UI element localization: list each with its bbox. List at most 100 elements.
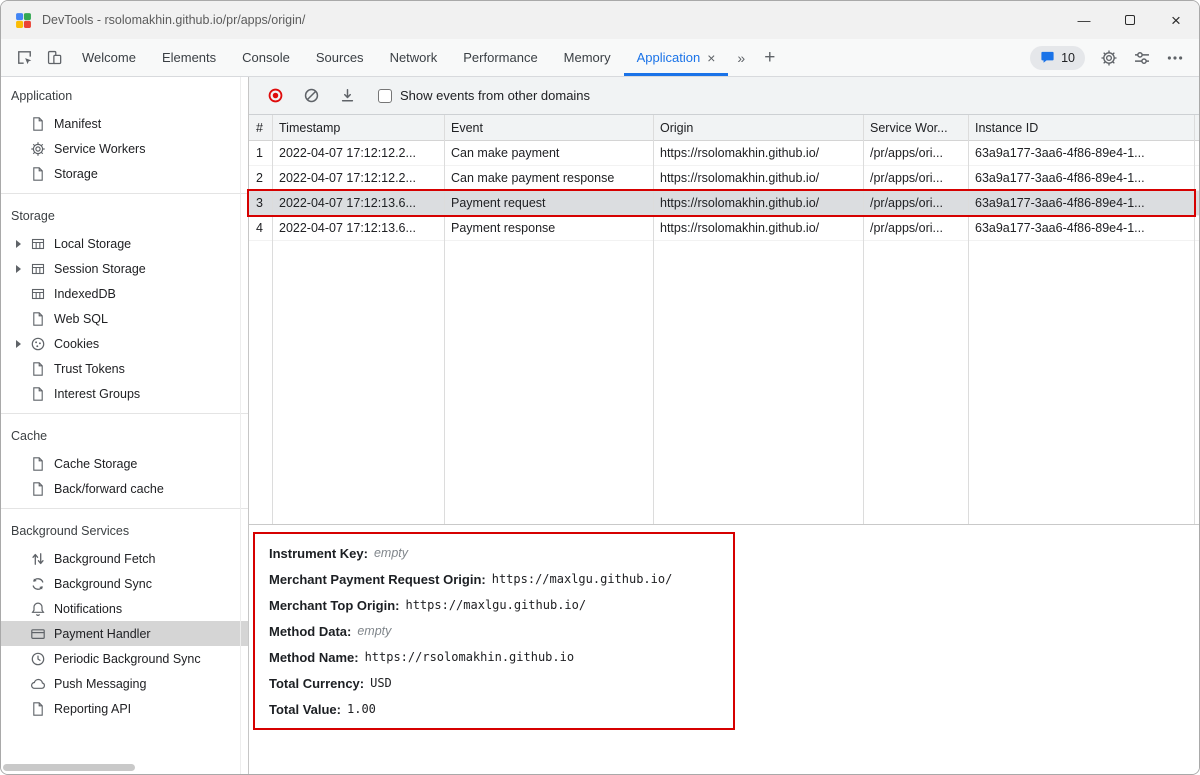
cell-origin: https://rsolomakhin.github.io/ bbox=[653, 146, 863, 160]
add-panel-button[interactable]: + bbox=[754, 39, 785, 76]
column-header-instance-id[interactable]: Instance ID bbox=[968, 121, 1194, 135]
sidebar-item-manifest[interactable]: Manifest bbox=[1, 111, 248, 136]
file-icon bbox=[30, 386, 46, 402]
detail-line: Merchant Top Origin: https://maxlgu.gith… bbox=[269, 592, 1199, 618]
close-tab-icon[interactable]: × bbox=[707, 50, 715, 66]
feedback-bubble-icon bbox=[1040, 50, 1055, 65]
sidebar-item-label: Service Workers bbox=[54, 142, 145, 156]
sidebar-item-background-sync[interactable]: Background Sync bbox=[1, 571, 248, 596]
manifest-file-icon bbox=[30, 116, 46, 132]
sidebar-item-label: Manifest bbox=[54, 117, 101, 131]
tab-console[interactable]: Console bbox=[229, 39, 303, 76]
sidebar-section-background-services: Background Services bbox=[1, 516, 248, 546]
tab-label: Performance bbox=[463, 50, 537, 65]
clear-button[interactable] bbox=[298, 83, 324, 109]
expand-arrow-icon[interactable] bbox=[11, 240, 26, 248]
sidebar-item-notifications[interactable]: Notifications bbox=[1, 596, 248, 621]
detail-value: https://rsolomakhin.github.io bbox=[365, 650, 575, 664]
bell-icon bbox=[30, 601, 46, 617]
sidebar-item-cache-storage[interactable]: Cache Storage bbox=[1, 451, 248, 476]
settings-button[interactable] bbox=[1100, 49, 1118, 67]
cell-service-worker: /pr/apps/ori... bbox=[863, 196, 968, 210]
tab-sources[interactable]: Sources bbox=[303, 39, 377, 76]
tab-elements[interactable]: Elements bbox=[149, 39, 229, 76]
column-header-service-worker[interactable]: Service Wor... bbox=[863, 121, 968, 135]
sidebar-section-cache: Cache bbox=[1, 421, 248, 451]
detail-line: Total Currency: USD bbox=[269, 670, 1199, 696]
detail-line: Merchant Payment Request Origin: https:/… bbox=[269, 566, 1199, 592]
events-table: # Timestamp Event Origin Service Wor... … bbox=[249, 115, 1199, 525]
sidebar-item-local-storage[interactable]: Local Storage bbox=[1, 231, 248, 256]
event-row-3-selected[interactable]: 3 2022-04-07 17:12:13.6... Payment reque… bbox=[249, 191, 1199, 216]
more-options-button[interactable] bbox=[1166, 49, 1184, 67]
device-toolbar-button[interactable] bbox=[39, 39, 69, 76]
sidebar-item-payment-handler[interactable]: Payment Handler bbox=[1, 621, 248, 646]
cell-timestamp: 2022-04-07 17:12:13.6... bbox=[272, 221, 444, 235]
sidebar-horizontal-scrollbar[interactable] bbox=[3, 764, 135, 771]
title-bar: DevTools - rsolomakhin.github.io/pr/apps… bbox=[1, 1, 1199, 39]
column-header-num[interactable]: # bbox=[249, 121, 272, 135]
sidebar-item-cookies[interactable]: Cookies bbox=[1, 331, 248, 356]
expand-arrow-icon[interactable] bbox=[11, 265, 26, 273]
cell-timestamp: 2022-04-07 17:12:13.6... bbox=[272, 196, 444, 210]
cell-origin: https://rsolomakhin.github.io/ bbox=[653, 171, 863, 185]
sidebar-item-push-messaging[interactable]: Push Messaging bbox=[1, 671, 248, 696]
sidebar-item-storage[interactable]: Storage bbox=[1, 161, 248, 186]
maximize-button[interactable] bbox=[1107, 1, 1153, 39]
sidebar-item-label: Notifications bbox=[54, 602, 122, 616]
sidebar-item-web-sql[interactable]: Web SQL bbox=[1, 306, 248, 331]
tab-memory[interactable]: Memory bbox=[551, 39, 624, 76]
issues-count: 10 bbox=[1061, 51, 1075, 65]
payment-request-details: Instrument Key: empty Merchant Payment R… bbox=[249, 525, 1199, 774]
file-icon bbox=[30, 701, 46, 717]
more-tabs-button[interactable]: » bbox=[728, 39, 754, 76]
sidebar-item-indexeddb[interactable]: IndexedDB bbox=[1, 281, 248, 306]
cell-instance-id: 63a9a177-3aa6-4f86-89e4-1... bbox=[968, 171, 1194, 185]
tab-network[interactable]: Network bbox=[377, 39, 451, 76]
sidebar-divider bbox=[1, 193, 248, 194]
device-toolbar-icon bbox=[46, 49, 63, 66]
minimize-button[interactable]: — bbox=[1061, 1, 1107, 39]
tab-label: Welcome bbox=[82, 50, 136, 65]
sidebar-item-reporting-api[interactable]: Reporting API bbox=[1, 696, 248, 721]
record-button[interactable] bbox=[262, 83, 288, 109]
sidebar-item-label: Web SQL bbox=[54, 312, 108, 326]
issues-counter[interactable]: 10 bbox=[1030, 46, 1085, 70]
cell-service-worker: /pr/apps/ori... bbox=[863, 171, 968, 185]
sidebar-item-service-workers[interactable]: Service Workers bbox=[1, 136, 248, 161]
sidebar-item-label: Background Sync bbox=[54, 577, 152, 591]
column-header-timestamp[interactable]: Timestamp bbox=[272, 121, 444, 135]
column-header-origin[interactable]: Origin bbox=[653, 121, 863, 135]
sidebar-item-session-storage[interactable]: Session Storage bbox=[1, 256, 248, 281]
tab-application[interactable]: Application × bbox=[624, 39, 729, 76]
tab-welcome[interactable]: Welcome bbox=[69, 39, 149, 76]
sidebar-item-label: Push Messaging bbox=[54, 677, 146, 691]
sidebar-item-trust-tokens[interactable]: Trust Tokens bbox=[1, 356, 248, 381]
cell-num: 4 bbox=[249, 221, 272, 235]
sidebar-divider bbox=[1, 508, 248, 509]
expand-arrow-icon[interactable] bbox=[11, 340, 26, 348]
close-button[interactable]: × bbox=[1153, 1, 1199, 39]
sidebar-item-label: Background Fetch bbox=[54, 552, 155, 566]
inspect-element-button[interactable] bbox=[9, 39, 39, 76]
sidebar-item-back-forward-cache[interactable]: Back/forward cache bbox=[1, 476, 248, 501]
detail-label: Instrument Key: bbox=[269, 546, 368, 561]
customize-button[interactable] bbox=[1133, 49, 1151, 67]
event-row-1[interactable]: 1 2022-04-07 17:12:12.2... Can make paym… bbox=[249, 141, 1199, 166]
show-other-domains-label: Show events from other domains bbox=[400, 88, 590, 103]
detail-line: Method Name: https://rsolomakhin.github.… bbox=[269, 644, 1199, 670]
sidebar-item-background-fetch[interactable]: Background Fetch bbox=[1, 546, 248, 571]
sidebar-item-periodic-background-sync[interactable]: Periodic Background Sync bbox=[1, 646, 248, 671]
cell-service-worker: /pr/apps/ori... bbox=[863, 146, 968, 160]
show-other-domains-checkbox[interactable] bbox=[378, 89, 392, 103]
payment-handler-panel: Show events from other domains # Timesta… bbox=[249, 77, 1199, 774]
sidebar-item-interest-groups[interactable]: Interest Groups bbox=[1, 381, 248, 406]
maximize-icon bbox=[1125, 15, 1135, 25]
sidebar-item-label: Cookies bbox=[54, 337, 99, 351]
event-row-2[interactable]: 2 2022-04-07 17:12:12.2... Can make paym… bbox=[249, 166, 1199, 191]
tab-performance[interactable]: Performance bbox=[450, 39, 550, 76]
detail-line: Instrument Key: empty bbox=[269, 540, 1199, 566]
event-row-4[interactable]: 4 2022-04-07 17:12:13.6... Payment respo… bbox=[249, 216, 1199, 241]
column-header-event[interactable]: Event bbox=[444, 121, 653, 135]
save-events-button[interactable] bbox=[334, 83, 360, 109]
